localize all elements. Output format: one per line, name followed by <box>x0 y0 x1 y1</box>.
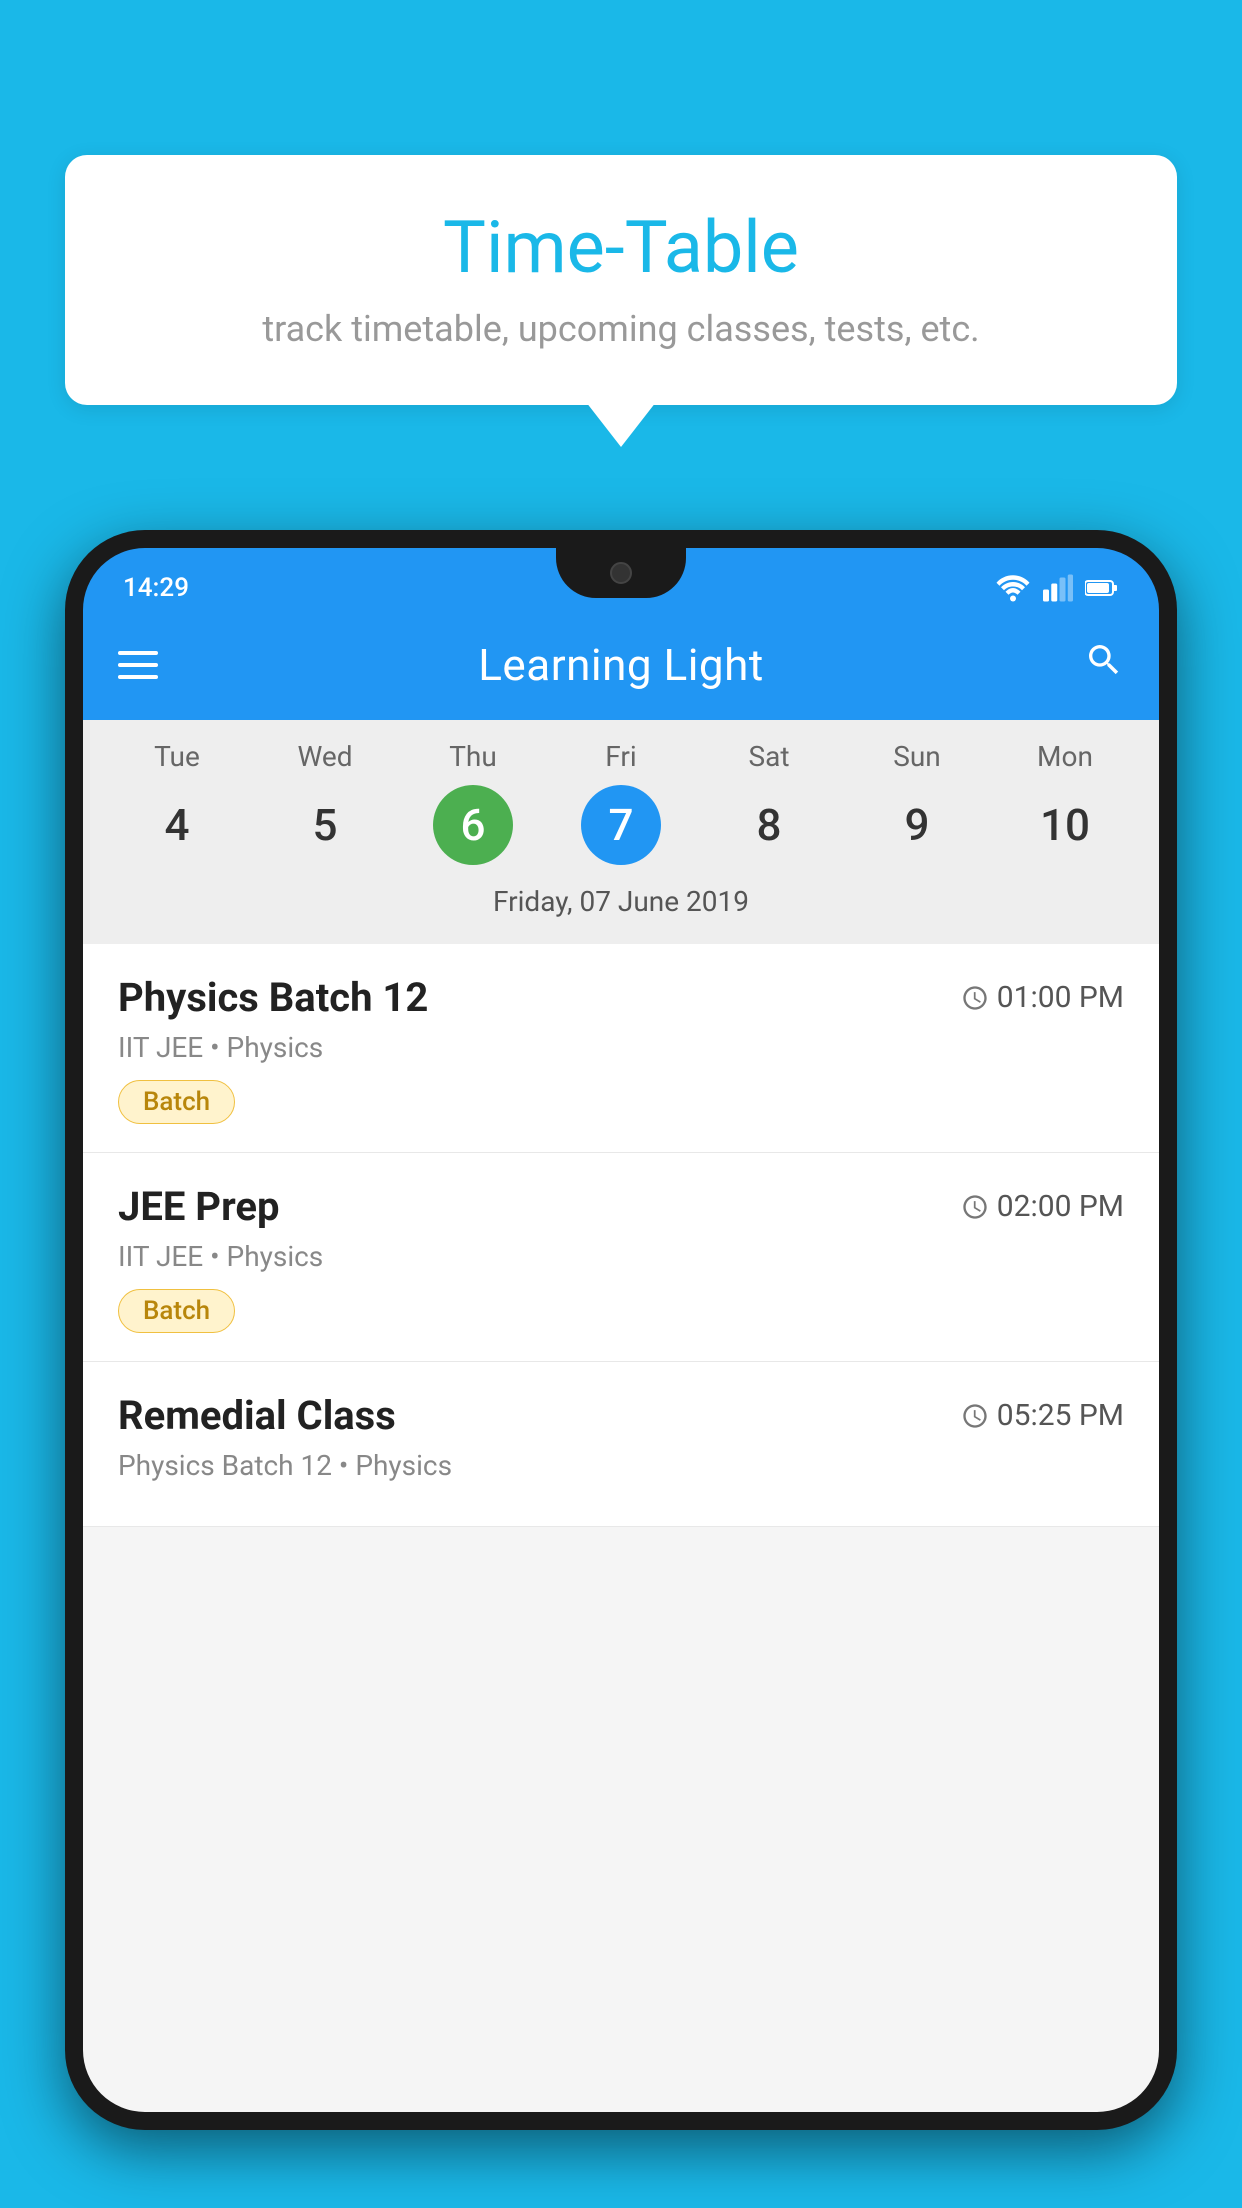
day-number[interactable]: 6 <box>433 785 513 865</box>
day-name: Thu <box>449 740 497 773</box>
calendar-day[interactable]: Mon 10 <box>1005 740 1125 865</box>
day-number[interactable]: 10 <box>1025 785 1105 865</box>
app-bar-title: Learning Light <box>478 639 764 691</box>
schedule-item[interactable]: JEE Prep 02:00 PM IIT JEE • Physics Batch <box>83 1153 1159 1362</box>
bubble-subtitle: track timetable, upcoming classes, tests… <box>125 308 1117 350</box>
day-name: Sun <box>893 740 941 773</box>
schedule-item[interactable]: Remedial Class 05:25 PM Physics Batch 12 •… <box>83 1362 1159 1527</box>
camera <box>610 562 632 584</box>
clock-icon <box>961 1402 989 1430</box>
calendar-strip: Tue 4 Wed 5 Thu 6 Fri 7 Sat 8 Sun 9 Mon 10 Friday, 07… <box>83 720 1159 944</box>
calendar-day[interactable]: Thu 6 <box>413 740 533 865</box>
phone-screen: Learning Light Tue4Wed5Thu6Fri7Sat8Sun9M… <box>83 610 1159 2112</box>
calendar-day[interactable]: Wed 5 <box>265 740 385 865</box>
clock-icon <box>961 984 989 1012</box>
status-bar: 14:29 <box>83 548 1159 628</box>
day-number[interactable]: 7 <box>581 785 661 865</box>
item-time: 02:00 PM <box>961 1189 1124 1224</box>
search-button[interactable] <box>1084 640 1124 690</box>
calendar-day[interactable]: Tue 4 <box>117 740 237 865</box>
day-name: Mon <box>1037 740 1093 773</box>
calendar-day[interactable]: Sun 9 <box>857 740 977 865</box>
wifi-icon <box>995 574 1031 602</box>
signal-icon <box>1043 574 1073 602</box>
status-icons <box>995 574 1119 602</box>
item-time: 01:00 PM <box>961 980 1124 1015</box>
item-title: Remedial Class <box>118 1392 396 1439</box>
calendar-day[interactable]: Sat 8 <box>709 740 829 865</box>
days-row: Tue 4 Wed 5 Thu 6 Fri 7 Sat 8 Sun 9 Mon 10 <box>83 740 1159 865</box>
calendar-day[interactable]: Fri 7 <box>561 740 681 865</box>
item-time: 05:25 PM <box>961 1398 1124 1433</box>
day-name: Wed <box>297 740 352 773</box>
day-name: Tue <box>154 740 200 773</box>
item-subtitle: IIT JEE • Physics <box>118 1240 1124 1273</box>
hamburger-menu-button[interactable] <box>118 651 158 679</box>
selected-date-label: Friday, 07 June 2019 <box>83 875 1159 934</box>
bubble-title: Time-Table <box>125 205 1117 290</box>
item-title: JEE Prep <box>118 1183 279 1230</box>
day-name: Sat <box>748 740 789 773</box>
item-title: Physics Batch 12 <box>118 974 428 1021</box>
item-subtitle: Physics Batch 12 • Physics <box>118 1449 1124 1482</box>
phone-container: 14:29 <box>65 530 1177 2208</box>
day-number[interactable]: 8 <box>729 785 809 865</box>
batch-tag: Batch <box>118 1080 235 1124</box>
schedule-item[interactable]: Physics Batch 12 01:00 PM IIT JEE • Physic… <box>83 944 1159 1153</box>
battery-icon <box>1085 578 1119 598</box>
day-number[interactable]: 4 <box>137 785 217 865</box>
schedule-list: Physics Batch 12 01:00 PM IIT JEE • Physic… <box>83 944 1159 1527</box>
speech-bubble: Time-Table track timetable, upcoming cla… <box>65 155 1177 405</box>
day-name: Fri <box>605 740 636 773</box>
clock-icon <box>961 1193 989 1221</box>
batch-tag: Batch <box>118 1289 235 1333</box>
status-time: 14:29 <box>123 573 189 603</box>
phone-outer: 14:29 <box>65 530 1177 2130</box>
notch <box>556 548 686 598</box>
day-number[interactable]: 9 <box>877 785 957 865</box>
day-number[interactable]: 5 <box>285 785 365 865</box>
item-subtitle: IIT JEE • Physics <box>118 1031 1124 1064</box>
